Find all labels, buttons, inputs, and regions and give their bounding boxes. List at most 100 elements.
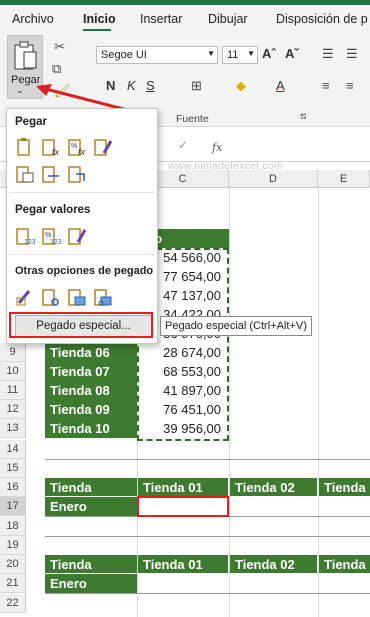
gridline xyxy=(229,188,230,617)
chevron-down-icon: ▼ xyxy=(247,49,255,58)
paste-formulas-number-format-icon[interactable]: %fx xyxy=(67,137,87,157)
table-border xyxy=(45,459,370,460)
table-border xyxy=(45,536,370,537)
borders-icon[interactable]: ⊞ xyxy=(191,78,202,94)
fill-color-icon[interactable]: ◆ xyxy=(236,78,246,94)
menu-section-other: Otras opciones de pegado xyxy=(15,265,154,277)
cut-icon[interactable]: ✂ xyxy=(54,39,65,55)
row-header[interactable]: 15 xyxy=(0,459,26,478)
svg-text:%: % xyxy=(71,143,77,150)
shrink-font-button[interactable]: Aˇ xyxy=(285,46,299,61)
menu-divider xyxy=(9,192,155,193)
paste-no-borders-icon[interactable] xyxy=(15,164,35,184)
table3-header[interactable]: Tienda 01 xyxy=(138,555,228,573)
row-header[interactable]: 12 xyxy=(0,400,26,419)
row-header[interactable]: 17 xyxy=(0,497,26,516)
tab-insertar[interactable]: Insertar xyxy=(140,12,182,26)
row-header[interactable]: 13 xyxy=(0,419,26,438)
chevron-down-icon: ▼ xyxy=(207,49,215,58)
table3-header[interactable]: Tienda xyxy=(319,555,370,573)
table1-row-label[interactable]: Tienda 08 xyxy=(45,381,137,400)
table2-header[interactable]: Tienda xyxy=(319,478,370,496)
paste-options-menu: Pegar fx % fx Pegar valores 123 % 123 Otra… xyxy=(6,108,158,344)
svg-text:fx: fx xyxy=(78,147,86,157)
underline-button[interactable]: S xyxy=(146,78,155,93)
row-header[interactable]: 18 xyxy=(0,517,26,536)
table1-value[interactable]: 28 674,00 xyxy=(138,343,227,362)
align-icon[interactable]: ≡ xyxy=(322,78,330,93)
paste-values-icon[interactable]: 123 xyxy=(15,226,35,246)
dialog-launcher-icon[interactable]: ⧅ xyxy=(300,111,306,122)
tab-inicio[interactable]: Inicio xyxy=(83,12,116,26)
align-icon[interactable]: ☰ xyxy=(322,46,334,62)
paste-values-number-format-icon[interactable]: %123 xyxy=(41,226,61,246)
table2-header[interactable]: Tienda 01 xyxy=(138,478,228,496)
fx-icon[interactable]: fx xyxy=(212,141,222,154)
font-size-combo[interactable]: 11 ▼ xyxy=(222,46,258,64)
menu-divider xyxy=(9,254,155,255)
table1-row-label[interactable]: Tienda 06 xyxy=(45,343,137,362)
row-header[interactable]: 14 xyxy=(0,440,26,459)
tab-dibujar[interactable]: Dibujar xyxy=(208,12,248,26)
font-name-value: Segoe UI xyxy=(101,49,147,61)
check-icon[interactable]: ✓ xyxy=(178,138,188,152)
paste-link-icon[interactable] xyxy=(41,287,61,307)
paste-linked-picture-icon[interactable] xyxy=(93,287,113,307)
row-header[interactable]: 16 xyxy=(0,478,26,497)
row-header[interactable]: 21 xyxy=(0,574,26,593)
paste-values-source-formatting-icon[interactable] xyxy=(67,226,87,246)
svg-text:%: % xyxy=(45,232,51,239)
paste-keep-column-widths-icon[interactable] xyxy=(41,164,61,184)
font-group-label: Fuente xyxy=(176,113,209,125)
grow-font-button[interactable]: Aˆ xyxy=(262,46,276,61)
paste-formulas-icon[interactable]: fx xyxy=(41,137,61,157)
table2-header[interactable]: Tienda 02 xyxy=(230,478,317,496)
paste-icon[interactable] xyxy=(15,137,35,157)
paste-special-tooltip: Pegado especial (Ctrl+Alt+V) xyxy=(160,316,312,336)
table3-header[interactable]: Tienda 02 xyxy=(230,555,317,573)
table-border xyxy=(45,593,370,594)
table1-value[interactable]: 39 956,00 xyxy=(138,419,227,438)
svg-text:123: 123 xyxy=(50,239,61,246)
table1-value[interactable]: 68 553,00 xyxy=(138,362,227,381)
column-header-d[interactable]: D xyxy=(229,170,318,188)
table1-value[interactable]: 41 897,00 xyxy=(138,381,227,400)
paste-keep-formatting-icon[interactable] xyxy=(93,137,113,157)
row-header[interactable]: 9 xyxy=(0,343,26,362)
row-header[interactable]: 20 xyxy=(0,555,26,574)
table3-row-label[interactable]: Enero xyxy=(45,574,137,593)
chevron-down-icon[interactable]: ⌄ xyxy=(16,85,24,96)
menu-section-paste: Pegar xyxy=(15,116,47,128)
svg-text:123: 123 xyxy=(24,239,35,246)
selected-cell[interactable] xyxy=(137,496,229,517)
font-color-button[interactable]: A xyxy=(276,78,285,93)
paste-special-highlight xyxy=(9,312,153,338)
paste-transpose-icon[interactable] xyxy=(67,164,87,184)
ribbon-tabs: Archivo Inicio Insertar Dibujar Disposic… xyxy=(0,5,370,32)
row-header[interactable]: 22 xyxy=(0,594,26,613)
paste-picture-icon[interactable] xyxy=(67,287,87,307)
table1-value[interactable]: 76 451,00 xyxy=(138,400,227,419)
menu-section-paste-values: Pegar valores xyxy=(15,204,91,216)
font-size-value: 11 xyxy=(227,49,239,61)
row-header[interactable]: 11 xyxy=(0,381,26,400)
table2-header[interactable]: Tienda xyxy=(45,478,137,496)
tab-archivo[interactable]: Archivo xyxy=(12,12,54,26)
gridline xyxy=(318,188,319,617)
table1-row-label[interactable]: Tienda 10 xyxy=(45,419,137,438)
column-header-e[interactable]: E xyxy=(318,170,370,188)
align-icon[interactable]: ≡ xyxy=(346,78,354,93)
align-icon[interactable]: ☰ xyxy=(346,46,358,62)
tab-disposicion[interactable]: Disposición de p xyxy=(276,12,368,26)
svg-text:fx: fx xyxy=(52,147,60,157)
row-header[interactable]: 19 xyxy=(0,536,26,555)
table2-row-label[interactable]: Enero xyxy=(45,497,137,516)
paste-formatting-icon[interactable] xyxy=(15,287,35,307)
row-header[interactable]: 10 xyxy=(0,362,26,381)
clipboard-icon xyxy=(14,41,37,70)
font-name-combo[interactable]: Segoe UI ▼ xyxy=(96,46,218,64)
table1-row-label[interactable]: Tienda 07 xyxy=(45,362,137,381)
copy-icon[interactable]: ⧉ xyxy=(52,61,61,77)
table1-row-label[interactable]: Tienda 09 xyxy=(45,400,137,419)
table3-header[interactable]: Tienda xyxy=(45,555,137,573)
